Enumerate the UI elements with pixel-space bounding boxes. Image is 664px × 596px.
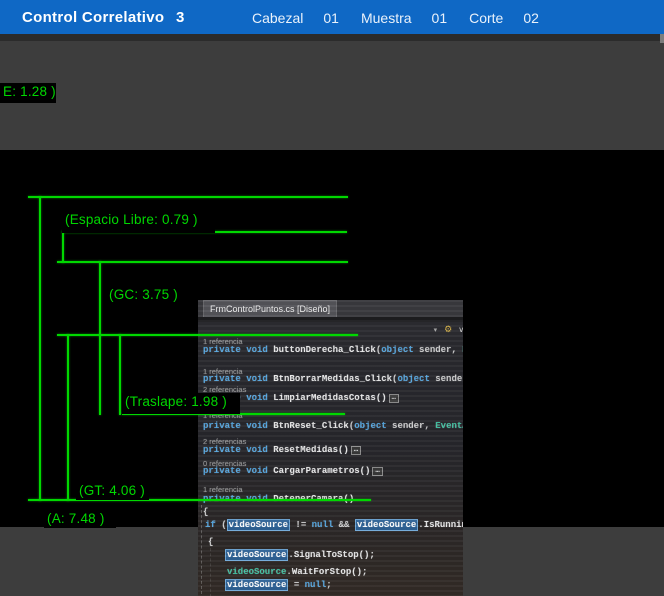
code-token: ; — [326, 580, 331, 590]
nav-value: 01 — [432, 10, 448, 26]
code-token: = — [288, 580, 304, 590]
measurement-label-espacio: (Espacio Libre: 0.79 ) — [62, 211, 215, 233]
measurement-line-v-a — [39, 196, 41, 501]
nav-value: 02 — [523, 10, 539, 26]
measurement-label-gc: (GC: 3.75 ) — [106, 286, 184, 305]
measurement-label-a: (A: 7.48 ) — [44, 510, 116, 528]
correlative-number: 3 — [176, 9, 184, 26]
title-bar: Control Correlativo 3 Cabezal 01 Muestra 01… — [0, 0, 664, 34]
code-token: videoSource — [225, 549, 288, 561]
measurement-line-v-gt — [67, 334, 69, 501]
nav-label: Corte — [469, 10, 503, 26]
code-token: SignalToStop(); — [294, 550, 375, 560]
header-nav: Cabezal 01 Muestra 01 Corte 02 — [252, 10, 539, 26]
app-title: Control Correlativo — [22, 9, 164, 26]
nav-value: 01 — [323, 10, 339, 26]
code-token: videoSource — [225, 579, 288, 591]
header-divider — [0, 34, 664, 41]
code-token: null — [305, 580, 327, 590]
measurement-line-v-traslape — [119, 334, 121, 415]
nav-item-corte[interactable]: Corte 02 — [469, 10, 539, 26]
measurement-label-gt: (GT: 4.06 ) — [76, 482, 149, 500]
measurement-line-h-top — [28, 196, 348, 198]
code-row: { — [208, 537, 213, 548]
code-row: videoSource.SignalToStop(); — [225, 550, 375, 561]
nav-item-cabezal[interactable]: Cabezal 01 — [252, 10, 339, 26]
code-row: videoSource = null; — [225, 580, 332, 591]
nav-item-muestra[interactable]: Muestra 01 — [361, 10, 447, 26]
code-token: WaitForStop(); — [292, 567, 368, 577]
code-token: videoSource — [227, 567, 286, 577]
measurement-line-v-gc — [99, 261, 101, 415]
measurement-line-h-gc-bot — [57, 334, 358, 336]
code-row: videoSource.WaitForStop(); — [227, 567, 367, 578]
scrollbar-sliver[interactable] — [660, 34, 664, 43]
measurement-overlay: E: 1.28 )(Espacio Libre: 0.79 )(GC: 3.75… — [0, 150, 664, 527]
nav-label: Cabezal — [252, 10, 303, 26]
app-window: Control Correlativo 3 Cabezal 01 Muestra 01… — [0, 0, 664, 596]
measurement-label-traslape: (Traslape: 1.98 ) — [122, 393, 240, 414]
code-token: { — [208, 537, 213, 547]
nav-label: Muestra — [361, 10, 412, 26]
measurement-line-v-espacio — [62, 231, 64, 263]
camera-view: FrmControlPuntos.cs [Diseño] ▾ ⚙ vi 1 re… — [0, 150, 664, 527]
measurement-label-e: E: 1.28 ) — [0, 83, 56, 103]
